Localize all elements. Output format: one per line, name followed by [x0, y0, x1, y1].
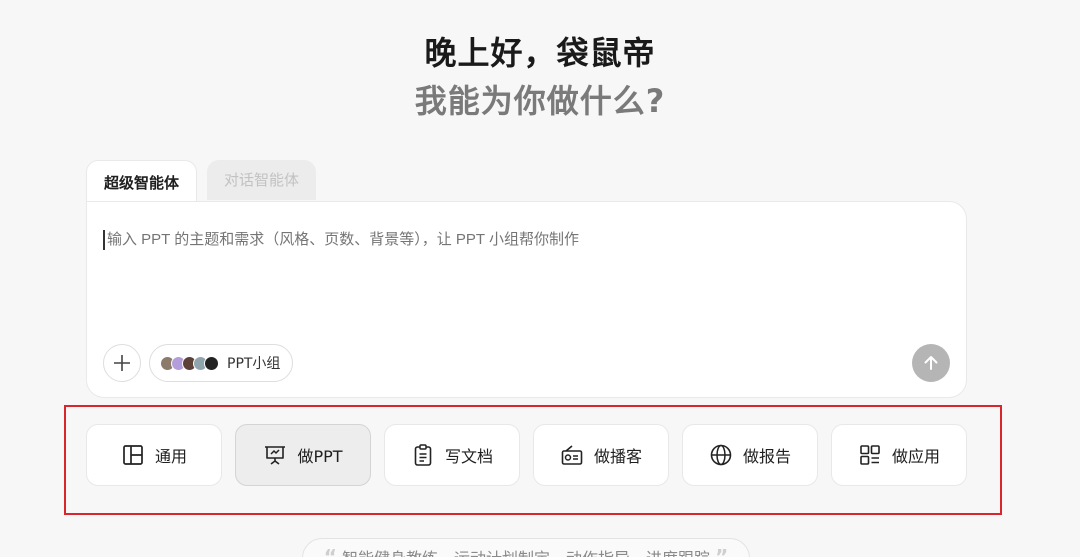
mode-app-button[interactable]: 做应用 — [831, 424, 967, 486]
mode-label: 做报告 — [742, 447, 791, 466]
team-chip-label: PPT小组 — [227, 356, 281, 372]
add-attachment-button[interactable] — [103, 344, 141, 382]
avatar — [204, 355, 219, 371]
apps-grid-icon — [860, 445, 880, 465]
mode-label: 做应用 — [891, 447, 940, 466]
mode-ppt-button[interactable]: 做PPT — [235, 424, 371, 486]
mode-label: 写文档 — [444, 447, 493, 466]
radio-icon — [561, 445, 583, 465]
globe-icon — [710, 444, 732, 466]
mode-label: 做播客 — [593, 447, 642, 466]
plus-icon — [114, 355, 130, 371]
prompt-input[interactable] — [103, 230, 923, 250]
greeting-subtitle: 我能为你做什么? — [414, 82, 666, 120]
mode-report-button[interactable]: 做报告 — [682, 424, 818, 486]
ppt-team-chip[interactable]: PPT小组 — [149, 344, 294, 382]
mode-doc-button[interactable]: 写文档 — [384, 424, 520, 486]
arrow-up-icon — [924, 356, 938, 370]
greeting-title: 晚上好，袋鼠帝 — [424, 34, 656, 72]
mode-label: 做PPT — [297, 447, 343, 466]
tab-chat-agent[interactable]: 对话智能体 — [207, 160, 317, 200]
composer-card: PPT小组 — [86, 201, 967, 398]
agent-tabs: 超级智能体 对话智能体 — [86, 160, 317, 204]
tab-super-agent[interactable]: 超级智能体 — [86, 160, 198, 204]
suggestion-pill[interactable]: “ 智能健身教练、运动计划制定、动作指导、进度跟踪 ” — [302, 538, 750, 557]
open-quote: “ — [323, 545, 337, 557]
layout-icon — [123, 445, 143, 465]
mode-buttons: 通用 做PPT 写文档 做播客 做报告 做应用 — [86, 424, 967, 486]
close-quote: ” — [715, 545, 729, 557]
clipboard-doc-icon — [414, 444, 432, 466]
mode-general-button[interactable]: 通用 — [86, 424, 222, 486]
send-button[interactable] — [912, 344, 950, 382]
presentation-icon — [265, 446, 286, 465]
suggestion-text: 智能健身教练、运动计划制定、动作指导、进度跟踪 — [342, 549, 710, 557]
team-avatars — [160, 355, 219, 371]
page: 晚上好，袋鼠帝 我能为你做什么? 超级智能体 对话智能体 PPT小组 — [0, 0, 1080, 557]
mode-label: 通用 — [154, 447, 187, 466]
mode-podcast-button[interactable]: 做播客 — [533, 424, 669, 486]
